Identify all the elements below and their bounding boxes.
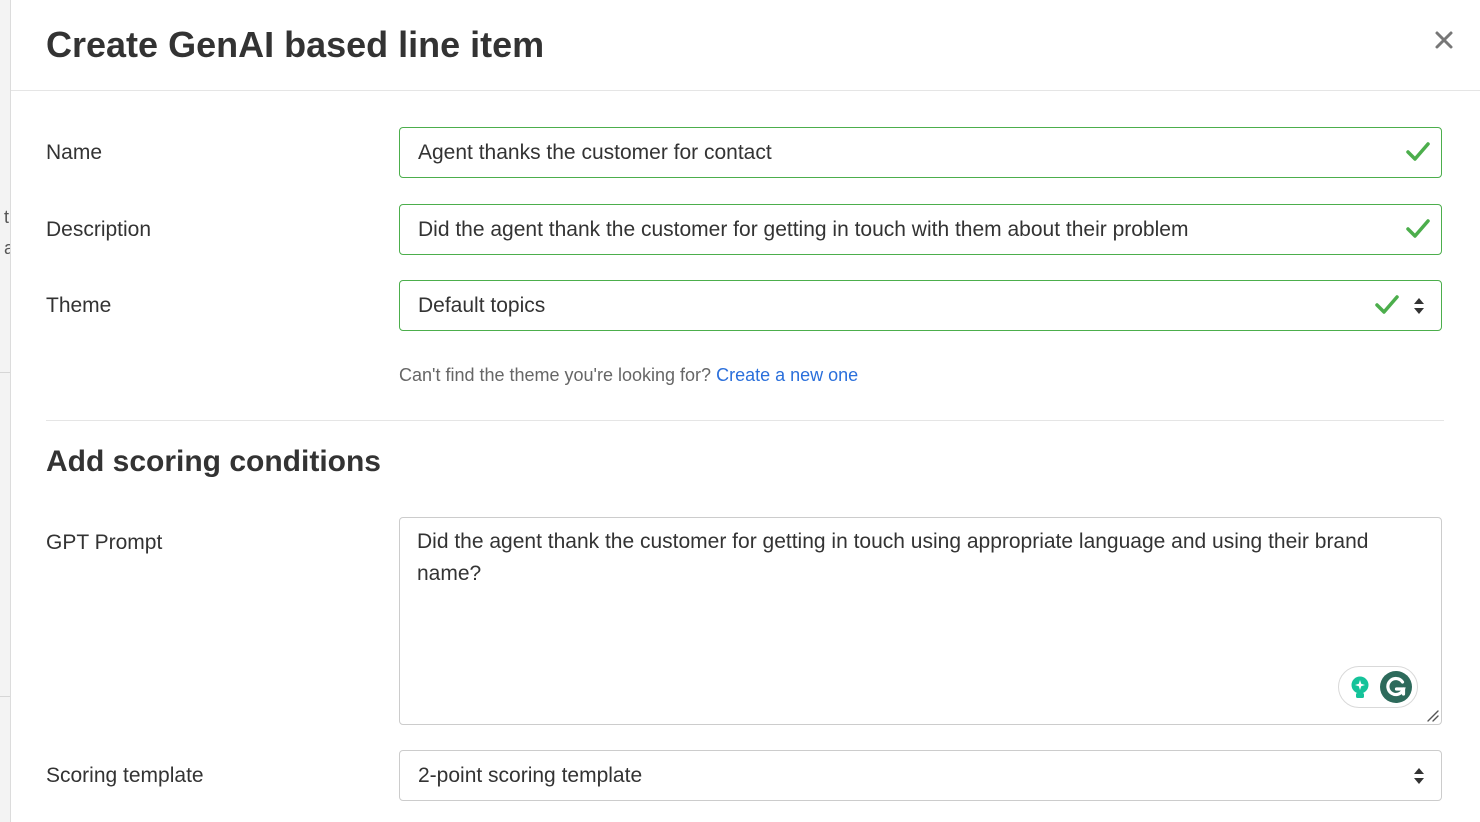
description-input[interactable]	[418, 205, 1378, 254]
modal-header: Create GenAI based line item	[11, 0, 1480, 91]
theme-select[interactable]: Default topics	[399, 280, 1442, 331]
name-input[interactable]	[418, 128, 1378, 177]
gpt-prompt-field: Did the agent thank the customer for get…	[399, 517, 1442, 725]
theme-label: Theme	[46, 294, 112, 317]
scoring-template-select[interactable]: 2-point scoring template	[399, 750, 1442, 801]
checkmark-icon	[1375, 295, 1399, 314]
description-label: Description	[46, 218, 152, 241]
section-divider	[46, 420, 1444, 421]
lightbulb-icon[interactable]	[1347, 675, 1373, 701]
grammarly-icon[interactable]	[1379, 670, 1413, 704]
modal-title: Create GenAI based line item	[46, 24, 545, 65]
description-field	[399, 204, 1442, 255]
create-line-item-modal: Create GenAI based line item Name Descri…	[11, 0, 1480, 822]
background-page: t a	[0, 0, 11, 822]
checkmark-icon	[1406, 142, 1430, 161]
checkmark-icon	[1406, 219, 1430, 238]
background-divider	[0, 696, 10, 697]
gpt-prompt-textarea[interactable]: Did the agent thank the customer for get…	[417, 526, 1407, 706]
theme-helper: Can't find the theme you're looking for?…	[399, 362, 858, 388]
gpt-prompt-label: GPT Prompt	[46, 531, 163, 554]
theme-select-value: Default topics	[418, 294, 546, 317]
theme-helper-text: Can't find the theme you're looking for?	[399, 365, 712, 385]
close-icon	[1435, 31, 1453, 49]
scoring-section-title: Add scoring conditions	[46, 445, 381, 478]
scoring-template-label: Scoring template	[46, 764, 204, 787]
grammarly-widget[interactable]	[1338, 666, 1418, 708]
create-theme-link[interactable]: Create a new one	[716, 365, 858, 385]
resize-handle-icon[interactable]	[1425, 708, 1439, 722]
name-field	[399, 127, 1442, 178]
sort-caret-icon	[1414, 768, 1424, 784]
background-divider	[0, 372, 10, 373]
scoring-template-value: 2-point scoring template	[418, 764, 643, 787]
close-button[interactable]	[1430, 26, 1458, 54]
sort-caret-icon	[1414, 298, 1424, 314]
background-text-fragment: a	[4, 238, 10, 259]
name-label: Name	[46, 141, 103, 164]
background-text-fragment: t	[4, 207, 10, 227]
